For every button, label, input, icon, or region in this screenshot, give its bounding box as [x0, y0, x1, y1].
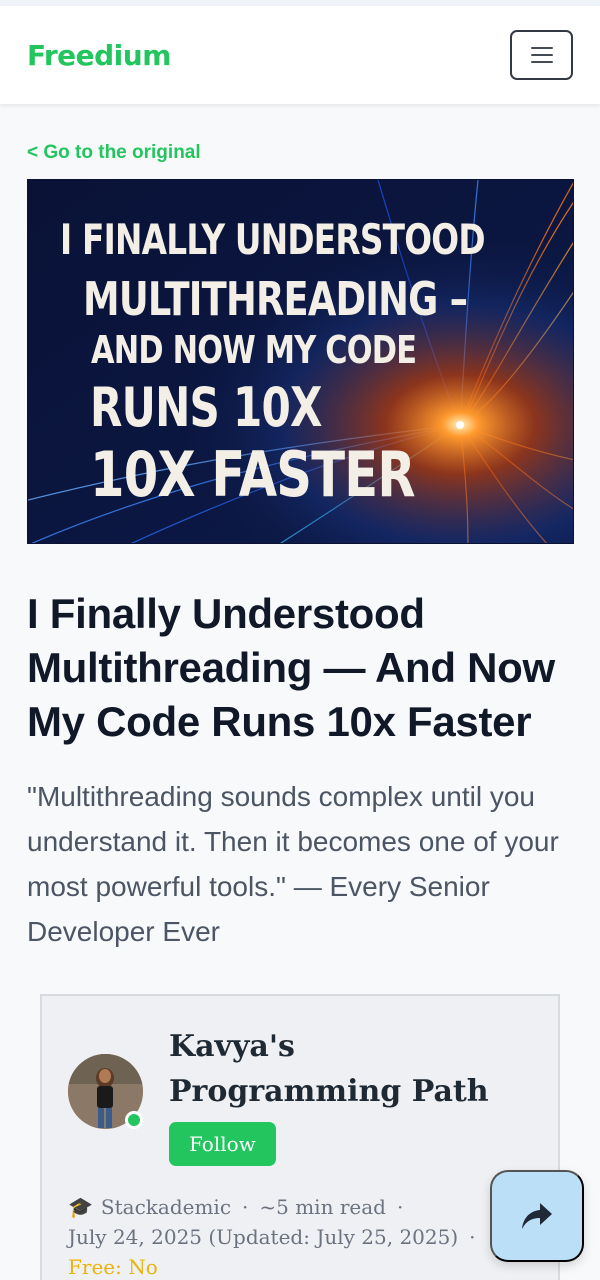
brand-logo[interactable]: Freedium: [27, 39, 171, 72]
hero-headline: I FINALLY UNDERSTOOD MULTITHREADING – AN…: [28, 180, 573, 543]
article-title: I Finally Understood Multithreading — An…: [27, 590, 555, 745]
author-info: Kavya's Programming Path Follow: [169, 1024, 519, 1166]
avatar[interactable]: [68, 1054, 143, 1129]
separator-dot: ·: [242, 1195, 249, 1219]
author-card: Kavya's Programming Path Follow 🎓 Stackad…: [40, 994, 560, 1280]
online-status-dot: [125, 1111, 143, 1129]
graduation-cap-icon: 🎓: [68, 1195, 93, 1219]
go-to-original-link[interactable]: < Go to the original: [27, 142, 573, 164]
hero-line: MULTITHREADING –: [83, 272, 468, 326]
hero-line: I FINALLY UNDERSTOOD: [60, 215, 486, 264]
separator-dot: ·: [396, 1195, 404, 1219]
top-navbar: Freedium: [0, 6, 600, 104]
hero-line: AND NOW MY CODE: [91, 328, 417, 372]
hero-line: 10X FASTER: [90, 438, 416, 511]
publication-name[interactable]: Stackademic: [101, 1195, 231, 1219]
free-status: Free: No: [68, 1255, 158, 1279]
publish-date: July 24, 2025 (Updated: July 25, 2025): [68, 1225, 459, 1249]
share-arrow-icon: [522, 1203, 552, 1229]
follow-button[interactable]: Follow: [169, 1122, 276, 1166]
author-name[interactable]: Kavya's Programming Path: [169, 1024, 519, 1114]
author-row: Kavya's Programming Path Follow: [68, 1024, 532, 1166]
article-subtitle: "Multithreading sounds complex until you…: [27, 781, 559, 947]
hero-line: RUNS 10X: [90, 376, 323, 439]
menu-button[interactable]: [510, 30, 573, 80]
share-button[interactable]: [490, 1170, 584, 1262]
hero-image: I FINALLY UNDERSTOOD MULTITHREADING – AN…: [27, 179, 574, 544]
read-time: ~5 min read: [259, 1195, 386, 1219]
hamburger-icon: [530, 47, 553, 49]
article-content: < Go to the original I FINALLY UNDERSTOO…: [0, 142, 600, 1280]
article-meta: 🎓 Stackademic · ~5 min read · July 24, 2025 …: [68, 1192, 532, 1280]
separator-dot: ·: [469, 1225, 476, 1249]
